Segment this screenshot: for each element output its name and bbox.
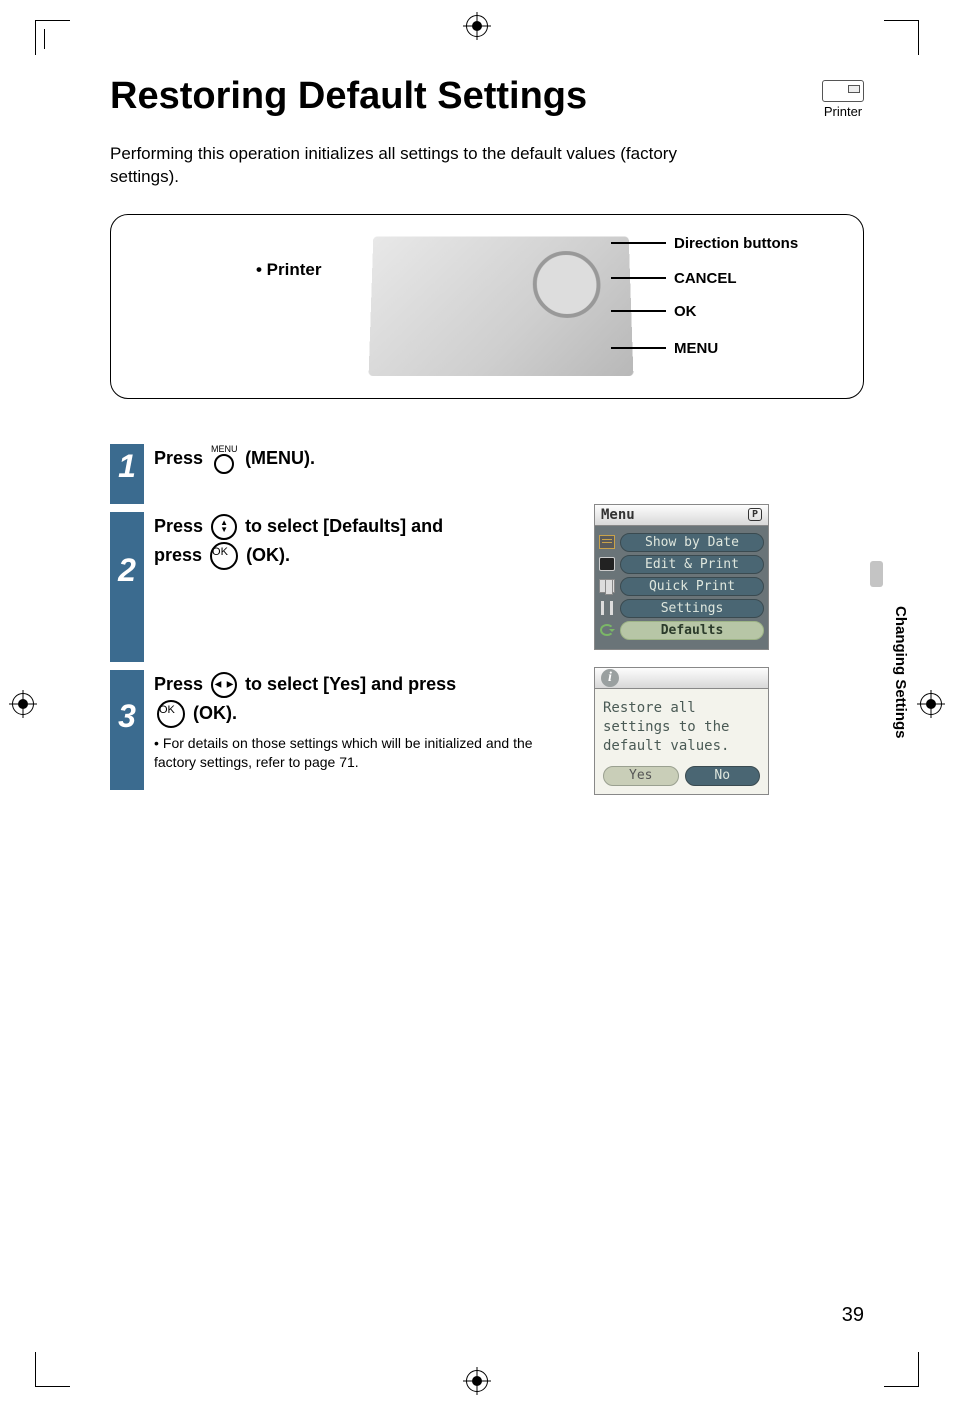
page-title: Restoring Default Settings (110, 75, 864, 118)
menu-item-edit-print: Edit & Print (599, 555, 764, 574)
callout-ok: OK (611, 303, 697, 320)
step-1: 1 Press MENU (MENU). (110, 444, 864, 504)
printer-badge-label: Printer (822, 104, 864, 119)
device-diagram: • Printer Direction buttons CANCEL OK ME… (110, 214, 864, 399)
crop-mark-tr (884, 20, 919, 55)
defaults-icon (599, 623, 615, 637)
crop-mark-br (884, 1352, 919, 1387)
up-down-icon (211, 514, 237, 540)
page-number: 39 (842, 1304, 864, 1327)
crop-mark-bl (35, 1352, 70, 1387)
menu-item-show-by-date: Show by Date (599, 533, 764, 552)
section-tab-marker (870, 561, 883, 587)
left-right-icon (211, 672, 237, 698)
menu-screen: Menu P Show by Date Edit & Print Quick P… (594, 504, 769, 650)
menu-button-icon: MENU (211, 444, 237, 474)
step-3-text: Press to select [Yes] and press OK (OK). (154, 670, 544, 728)
steps-container: 1 Press MENU (MENU). 2 Press (110, 444, 864, 790)
ok-button-icon: OK (157, 700, 185, 728)
registration-mark-top (466, 15, 488, 37)
printer-icon (822, 80, 864, 102)
section-tab: Changing Settings (889, 595, 909, 750)
menu-screen-items: Show by Date Edit & Print Quick Print Se… (594, 526, 769, 650)
registration-mark-right (920, 693, 942, 715)
ok-button-icon: OK (210, 542, 238, 570)
quick-print-icon (599, 579, 615, 593)
callout-direction-buttons: Direction buttons (611, 235, 798, 252)
calendar-icon (599, 535, 615, 549)
printer-badge: Printer (822, 80, 864, 119)
callout-menu: MENU (611, 340, 718, 357)
intro-paragraph: Performing this operation initializes al… (110, 143, 710, 189)
crop-mark-tl (35, 20, 70, 55)
picture-icon (599, 557, 615, 571)
step-1-text: Press MENU (MENU). (154, 444, 544, 474)
step-2-number: 2 (110, 512, 144, 662)
step-3: 3 Press to select [Yes] and press OK (OK… (110, 670, 864, 790)
menu-item-settings: Settings (599, 599, 764, 618)
step-3-note: •For details on those settings which wil… (154, 734, 554, 772)
registration-mark-left (12, 693, 34, 715)
settings-icon (599, 601, 615, 615)
page-content: Restoring Default Settings Printer Perfo… (110, 75, 864, 1327)
menu-item-defaults: Defaults (599, 621, 764, 640)
menu-screen-titlebar: Menu P (594, 504, 769, 526)
menu-item-quick-print: Quick Print (599, 577, 764, 596)
step-2: 2 Press to select [Defaults] and press O… (110, 512, 864, 662)
registration-mark-bottom (466, 1370, 488, 1392)
printer-device-illustration (369, 237, 634, 376)
step-2-text: Press to select [Defaults] and press OK … (154, 512, 544, 570)
step-3-number: 3 (110, 670, 144, 790)
menu-screen-title: Menu (601, 507, 635, 523)
diagram-printer-label: • Printer (256, 260, 321, 280)
callout-cancel: CANCEL (611, 270, 737, 287)
step-1-number: 1 (110, 444, 144, 504)
menu-screen-p-icon: P (748, 508, 762, 521)
